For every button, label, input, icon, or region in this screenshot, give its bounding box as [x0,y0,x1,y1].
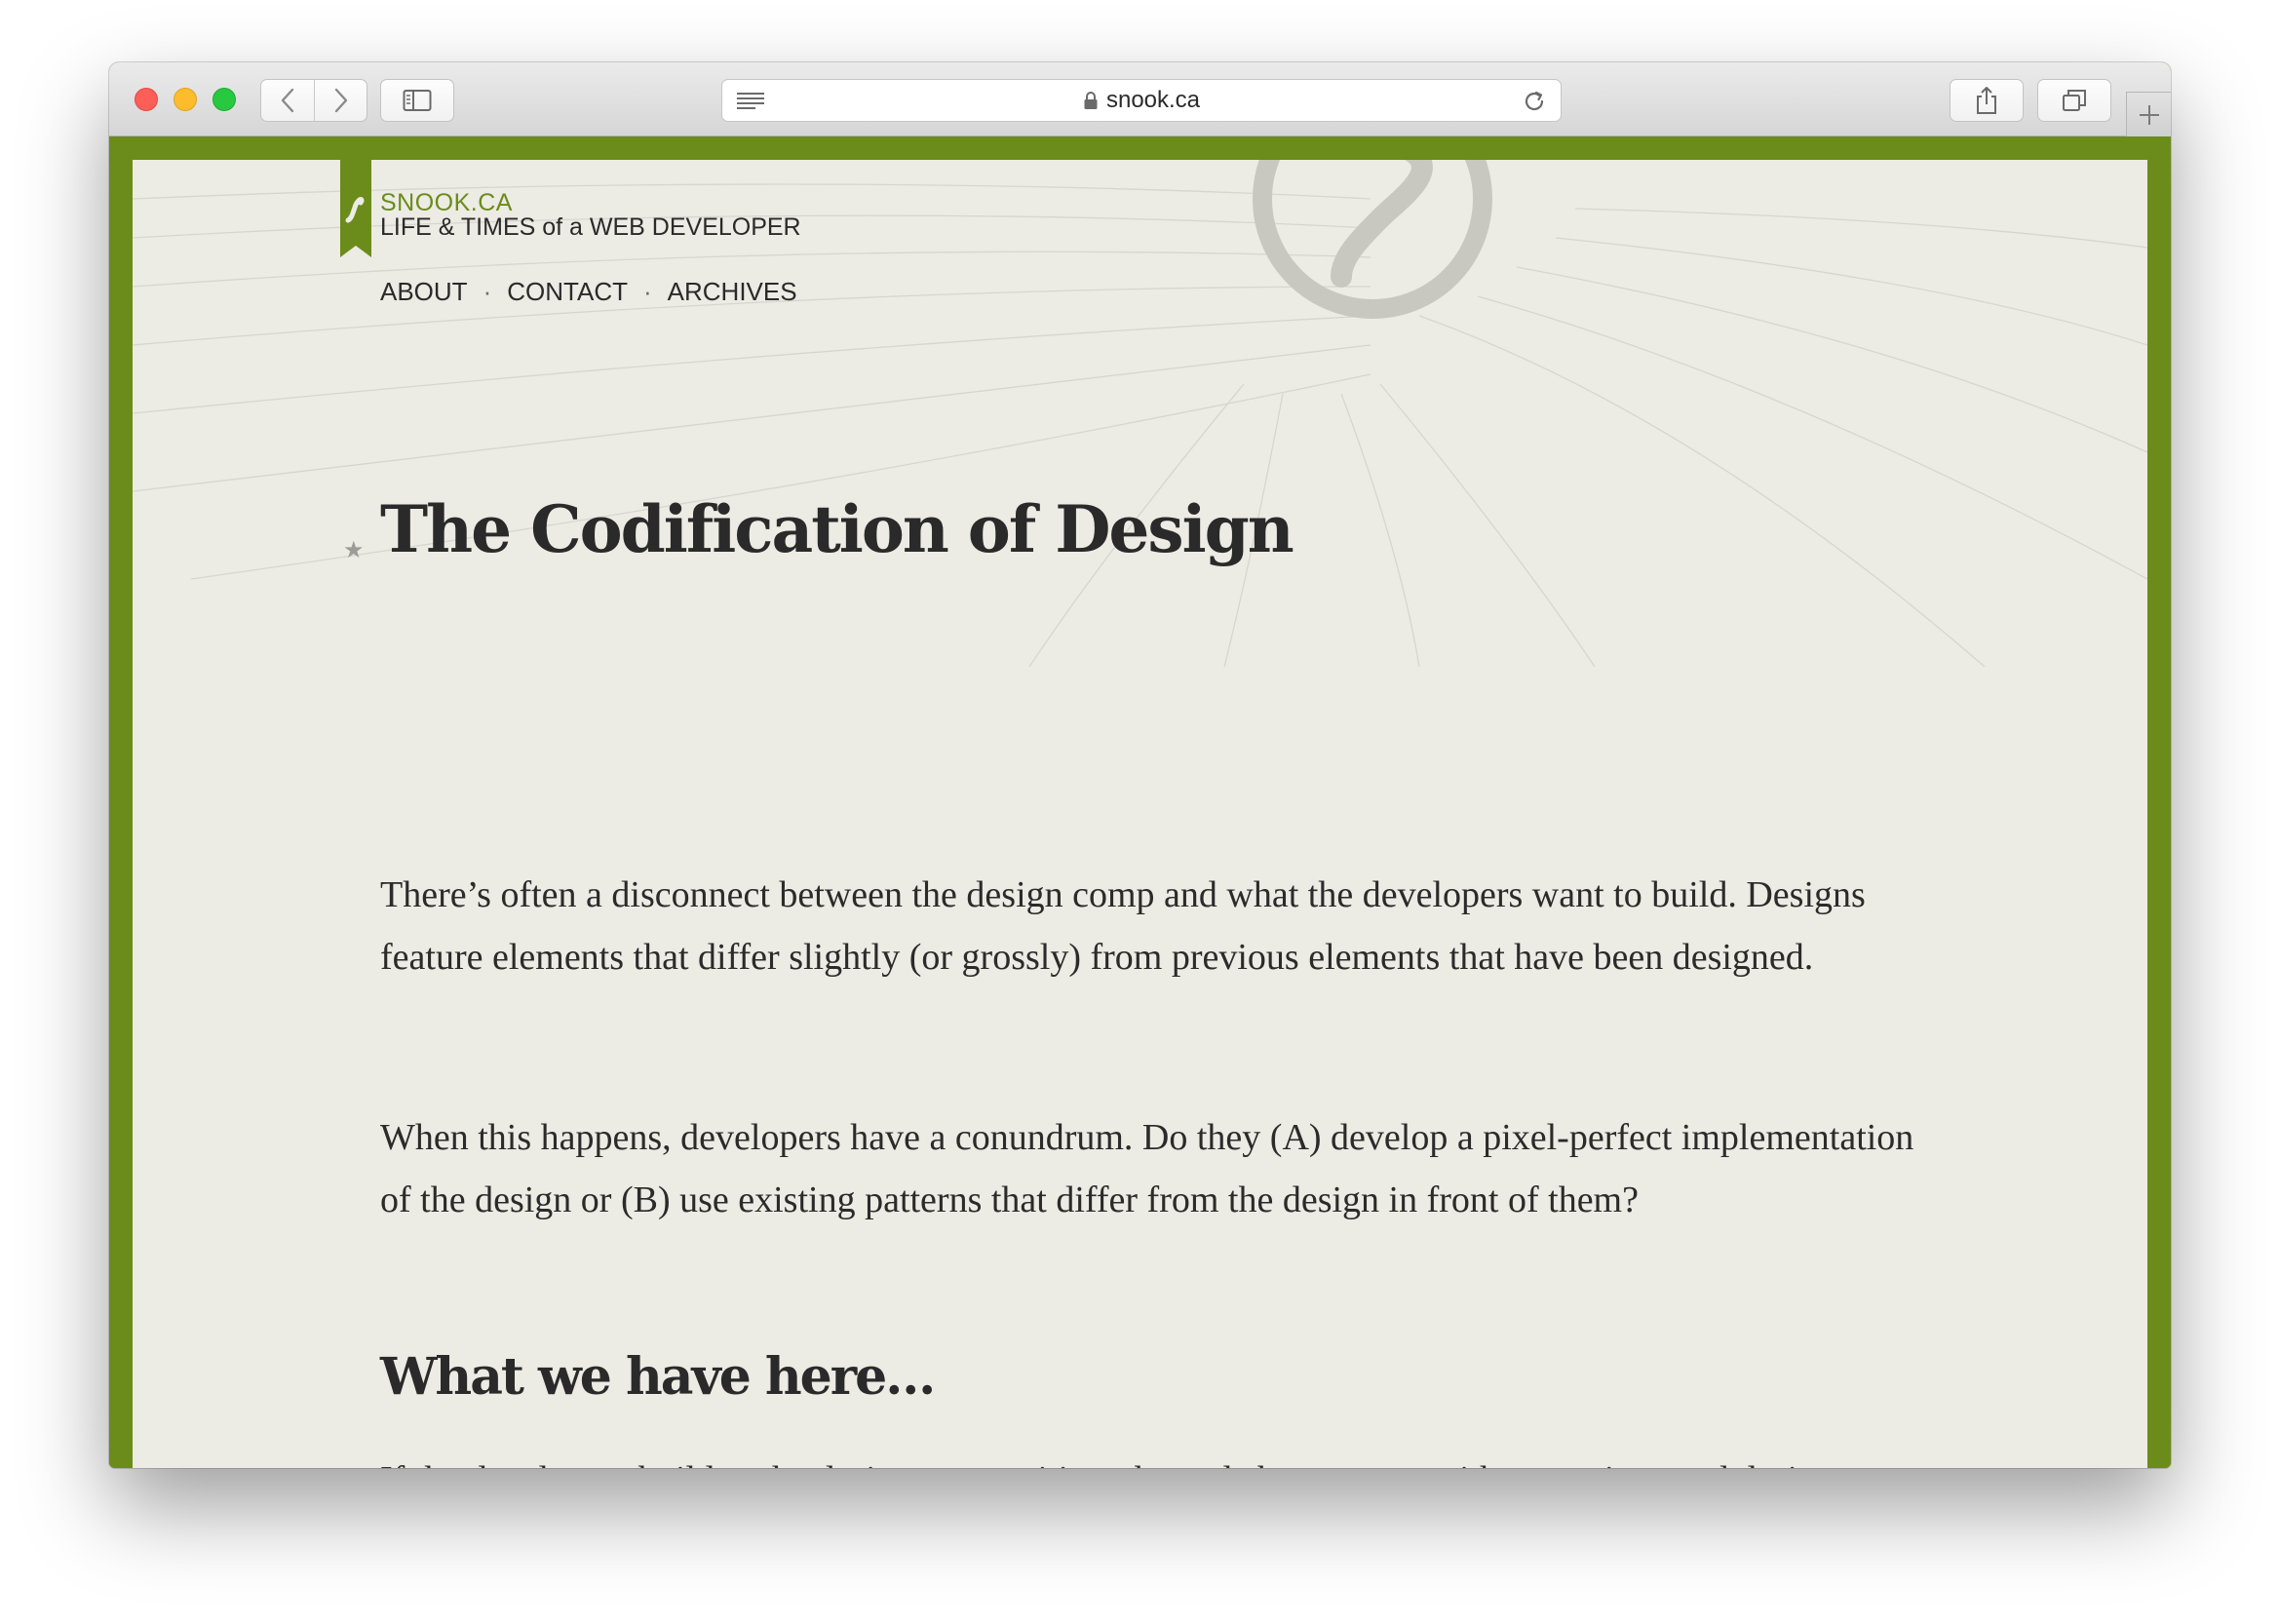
site-name[interactable]: SNOOK.CA [380,190,513,215]
browser-window: snook.ca SNOOK.CA LIFE & TIMES of a WEB … [109,62,2171,1468]
page-content: SNOOK.CA LIFE & TIMES of a WEB DEVELOPER… [133,160,2147,1468]
nav-separator: · [483,277,492,306]
article-paragraph: When this happens, developers have a con… [380,1117,1914,1220]
history-nav-group [260,79,367,122]
back-button[interactable] [261,80,314,121]
tabs-icon [2063,90,2086,111]
nav-about[interactable]: ABOUT [380,277,468,307]
share-button[interactable] [1950,79,2024,122]
url-text: snook.ca [1105,87,1201,113]
main-nav: ABOUT · CONTACT · ARCHIVES [380,277,797,307]
minimize-window-button[interactable] [174,88,197,111]
nav-contact[interactable]: CONTACT [507,277,628,307]
article-title: The Codification of Design [380,491,1294,567]
nav-archives[interactable]: ARCHIVES [668,277,797,307]
address-bar[interactable]: snook.ca [721,79,1562,122]
star-icon[interactable]: ★ [343,536,365,563]
chevron-left-icon [281,88,294,113]
tabs-overview-button[interactable] [2037,79,2111,122]
page-viewport[interactable]: SNOOK.CA LIFE & TIMES of a WEB DEVELOPER… [109,136,2171,1468]
share-icon [1977,87,1996,114]
nav-separator: · [642,277,652,306]
article-paragraph: There’s often a disconnect between the d… [380,874,1866,978]
article-paragraph: If the developers build to the design co… [380,1449,1920,1468]
lock-icon [1084,92,1098,109]
sidebar-button[interactable] [380,79,454,122]
zoom-window-button[interactable] [212,88,236,111]
sidebar-icon [403,90,432,111]
forward-button[interactable] [314,80,367,121]
plus-icon [2139,104,2159,125]
close-window-button[interactable] [135,88,158,111]
url-display[interactable]: snook.ca [722,80,1561,121]
new-tab-button[interactable] [2126,92,2171,136]
reload-icon[interactable] [1522,89,1547,114]
article-subheading: What we have here… [380,1347,936,1407]
site-tagline: LIFE & TIMES of a WEB DEVELOPER [380,213,801,241]
browser-toolbar: snook.ca [109,62,2171,136]
chevron-right-icon [334,88,347,113]
logo-bookmark[interactable] [340,160,371,257]
